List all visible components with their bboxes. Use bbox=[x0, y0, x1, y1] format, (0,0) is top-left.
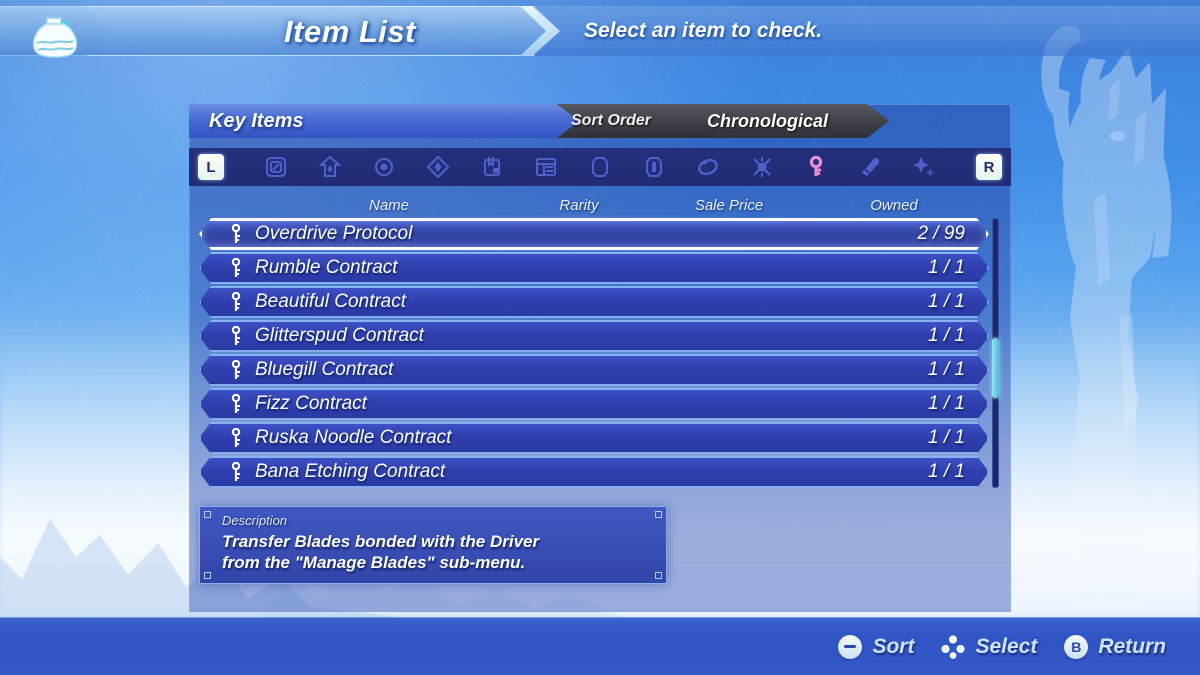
item-row-5[interactable]: Fizz Contract 1 / 1 bbox=[199, 388, 989, 420]
item-owned: 1 / 1 bbox=[928, 291, 965, 312]
item-list[interactable]: Overdrive Protocol 2 / 99 Rumble Contrac… bbox=[195, 214, 991, 488]
item-owned: 1 / 1 bbox=[928, 393, 965, 414]
item-owned: 1 / 1 bbox=[928, 427, 965, 448]
category-icon-cylinder[interactable] bbox=[587, 154, 613, 180]
item-row-1[interactable]: Rumble Contract 1 / 1 bbox=[199, 252, 989, 284]
category-icon-aux-core[interactable] bbox=[317, 154, 343, 180]
category-icon-book[interactable] bbox=[533, 154, 559, 180]
item-owned: 1 / 1 bbox=[928, 461, 965, 482]
tab-bar: Key Items Sort Order Chronological bbox=[189, 104, 1011, 138]
category-icon-ether-crystal[interactable] bbox=[641, 154, 667, 180]
key-icon bbox=[231, 326, 241, 345]
item-owned: 1 / 1 bbox=[928, 257, 965, 278]
item-list-panel: Key Items Sort Order Chronological L R N… bbox=[189, 104, 1011, 612]
hint-return-label: Return bbox=[1098, 634, 1166, 658]
item-name: Rumble Contract bbox=[255, 257, 398, 278]
category-icon-crystal[interactable] bbox=[425, 154, 451, 180]
column-header-sale-price: Sale Price bbox=[694, 196, 764, 214]
key-icon bbox=[231, 292, 241, 311]
b-button-circle: B bbox=[1064, 634, 1089, 659]
category-icon-row: L R bbox=[189, 148, 1011, 186]
minus-glyph bbox=[844, 645, 857, 648]
key-icon bbox=[231, 394, 241, 413]
key-icon bbox=[231, 224, 241, 243]
corner-marker bbox=[655, 511, 662, 518]
item-owned: 1 / 1 bbox=[928, 325, 965, 346]
b-button-icon[interactable]: B bbox=[1063, 634, 1089, 660]
key-icon bbox=[231, 428, 241, 447]
category-icon-core-chip[interactable] bbox=[263, 154, 289, 180]
item-name: Bana Etching Contract bbox=[255, 461, 446, 482]
category-icon-accessory[interactable] bbox=[749, 154, 775, 180]
item-name: Ruska Noodle Contract bbox=[255, 427, 452, 448]
minus-button-circle bbox=[838, 634, 863, 659]
header-instruction-text: Select an item to check. bbox=[584, 19, 823, 42]
column-header-owned: Owned bbox=[870, 196, 918, 214]
sort-order-label: Sort Order bbox=[571, 112, 652, 129]
category-icon-collectible[interactable] bbox=[479, 154, 505, 180]
corner-marker bbox=[655, 572, 662, 579]
category-icon-ring[interactable] bbox=[695, 154, 721, 180]
item-row-0[interactable]: Overdrive Protocol 2 / 99 bbox=[195, 214, 991, 254]
hint-select[interactable]: Select bbox=[940, 634, 1037, 660]
left-bumper-button[interactable]: L bbox=[198, 154, 224, 180]
item-row-2[interactable]: Beautiful Contract 1 / 1 bbox=[199, 286, 989, 318]
category-icon-key-item[interactable] bbox=[803, 154, 829, 180]
item-row-4[interactable]: Bluegill Contract 1 / 1 bbox=[199, 354, 989, 386]
sort-order-value[interactable]: Chronological bbox=[707, 104, 828, 138]
category-icon-treasure[interactable] bbox=[857, 154, 883, 180]
category-icons-container bbox=[233, 154, 967, 180]
item-row-3[interactable]: Glitterspud Contract 1 / 1 bbox=[199, 320, 989, 352]
column-header-rarity: Rarity bbox=[559, 196, 599, 214]
column-header-name: Name bbox=[368, 196, 409, 214]
hint-select-label: Select bbox=[975, 634, 1038, 658]
key-icon bbox=[231, 462, 241, 481]
hint-sort[interactable]: Sort bbox=[837, 634, 914, 660]
hint-sort-label: Sort bbox=[872, 634, 915, 658]
item-owned: 1 / 1 bbox=[928, 359, 965, 380]
hint-return[interactable]: B Return bbox=[1063, 634, 1166, 660]
list-scrollbar-thumb[interactable] bbox=[992, 338, 999, 398]
description-panel: Description Transfer Blades bonded with … bbox=[199, 506, 667, 584]
minus-button-icon[interactable] bbox=[837, 634, 863, 660]
item-row-7[interactable]: Bana Etching Contract 1 / 1 bbox=[199, 456, 989, 488]
description-text: Transfer Blades bonded with the Driver f… bbox=[222, 532, 540, 572]
right-bumper-button[interactable]: R bbox=[976, 154, 1002, 180]
column-headers: Name Rarity Sale Price Owned bbox=[189, 192, 1011, 218]
bottom-hint-bar: Sort Select B Return bbox=[0, 617, 1200, 675]
top-header-banner: Item List Select an item to check. bbox=[0, 0, 1200, 62]
item-name: Beautiful Contract bbox=[255, 291, 407, 312]
description-label: Description bbox=[222, 513, 288, 528]
item-name: Glitterspud Contract bbox=[255, 325, 424, 346]
item-name: Fizz Contract bbox=[255, 393, 367, 414]
item-row-6[interactable]: Ruska Noodle Contract 1 / 1 bbox=[199, 422, 989, 454]
corner-marker bbox=[204, 511, 211, 518]
stick-select-icon[interactable] bbox=[940, 634, 966, 660]
item-owned: 2 / 99 bbox=[917, 223, 965, 244]
tab-key-items-label: Key Items bbox=[209, 109, 304, 132]
corner-marker bbox=[204, 572, 211, 579]
item-name: Overdrive Protocol bbox=[255, 223, 413, 244]
category-icon-sparkle[interactable] bbox=[911, 154, 937, 180]
key-icon bbox=[231, 360, 241, 379]
key-icon bbox=[231, 258, 241, 277]
page-title: Item List bbox=[284, 14, 416, 49]
pot-icon bbox=[32, 17, 78, 58]
item-name: Bluegill Contract bbox=[255, 359, 394, 380]
category-icon-pouch-item[interactable] bbox=[371, 154, 397, 180]
list-scrollbar-track[interactable] bbox=[992, 218, 999, 488]
